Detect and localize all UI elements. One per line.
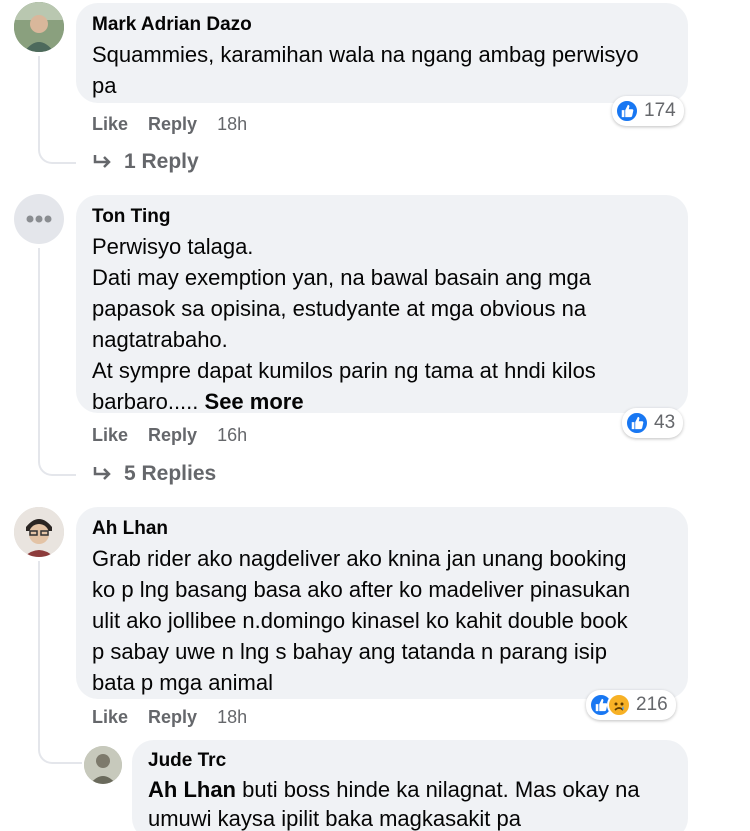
reply-text: Ah Lhan buti boss hinde ka nilagnat. Mas…: [148, 775, 670, 831]
reaction-count: 216: [636, 694, 668, 715]
replies-label: 5 Replies: [124, 462, 217, 485]
timestamp[interactable]: 18h: [217, 707, 247, 728]
like-button[interactable]: Like: [92, 707, 128, 728]
reply-bubble: Jude Trc Ah Lhan buti boss hinde ka nila…: [132, 740, 688, 831]
sad-icon: [607, 693, 631, 717]
reaction-count: 43: [654, 412, 676, 433]
reply-avatar[interactable]: [84, 746, 122, 784]
avatar[interactable]: [14, 194, 64, 244]
reply-button[interactable]: Reply: [148, 425, 197, 446]
avatar[interactable]: [14, 507, 64, 557]
avatar[interactable]: [14, 2, 64, 52]
reaction-count: 174: [644, 100, 676, 121]
replies-label: 1 Reply: [124, 150, 199, 173]
reply-arrow-icon: [92, 465, 114, 483]
mention-link[interactable]: Ah Lhan: [148, 777, 236, 802]
comment-text-body: Perwisyo talaga. Dati may exemption yan,…: [92, 234, 596, 414]
reply-button[interactable]: Reply: [148, 114, 197, 135]
comment-author[interactable]: Ah Lhan: [92, 517, 670, 541]
reply-arrow-icon: [92, 153, 114, 171]
comment-bubble: Ah Lhan Grab rider ako nagdeliver ako kn…: [76, 507, 688, 699]
thread-line: [38, 56, 40, 148]
comment-text: Grab rider ako nagdeliver ako knina jan …: [92, 546, 631, 695]
see-more-link[interactable]: See more: [205, 389, 304, 414]
comment-bubble: Ton Ting Perwisyo talaga. Dati may exemp…: [76, 195, 688, 414]
reply-button[interactable]: Reply: [148, 707, 197, 728]
like-button[interactable]: Like: [92, 114, 128, 135]
comment-actions: Like Reply 18h: [92, 114, 267, 135]
thread-line: [38, 248, 40, 460]
comment-bubble: Mark Adrian Dazo Squammies, karamihan wa…: [76, 3, 688, 103]
reaction-summary[interactable]: 216: [586, 690, 676, 720]
comment-author[interactable]: Mark Adrian Dazo: [92, 13, 670, 37]
view-replies-button[interactable]: 1 Reply: [92, 150, 199, 174]
comment-text: Perwisyo talaga. Dati may exemption yan,…: [92, 231, 670, 417]
comment-text: Squammies, karamihan wala na ngang ambag…: [92, 42, 639, 98]
reaction-summary[interactable]: 43: [622, 408, 684, 438]
comment-actions: Like Reply 16h: [92, 425, 267, 446]
view-replies-button[interactable]: 5 Replies: [92, 462, 216, 486]
timestamp[interactable]: 18h: [217, 114, 247, 135]
reaction-summary[interactable]: 174: [612, 96, 684, 126]
comment-actions: Like Reply 18h: [92, 707, 267, 728]
like-icon: [615, 99, 639, 123]
thread-elbow: [38, 738, 82, 764]
thread-elbow: [38, 140, 76, 164]
thread-line: [38, 561, 40, 747]
like-icon: [625, 411, 649, 435]
reply-author[interactable]: Jude Trc: [148, 749, 670, 773]
like-button[interactable]: Like: [92, 425, 128, 446]
comment-author[interactable]: Ton Ting: [92, 205, 670, 229]
thread-elbow: [38, 452, 76, 476]
timestamp[interactable]: 16h: [217, 425, 247, 446]
